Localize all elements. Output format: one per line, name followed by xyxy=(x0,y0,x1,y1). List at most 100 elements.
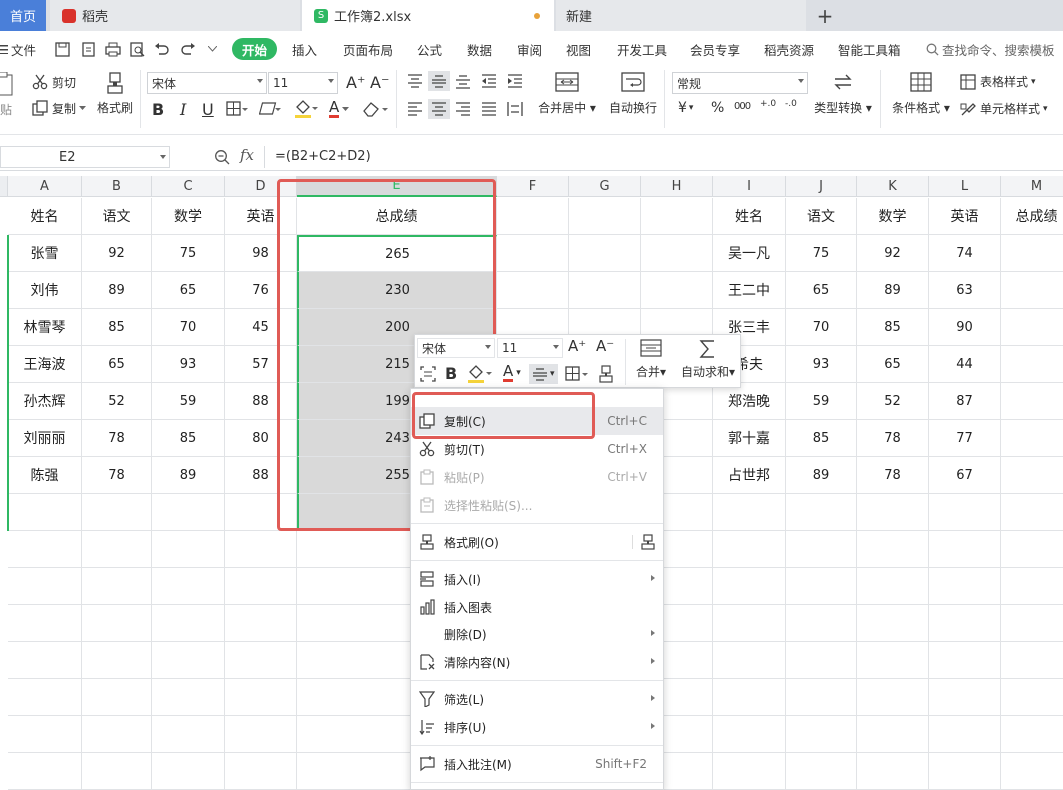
table-cell[interactable]: 65 xyxy=(82,346,152,383)
select-all-corner[interactable] xyxy=(0,176,8,197)
table-cell[interactable]: 52 xyxy=(857,383,929,420)
formula-input[interactable]: =(B2+C2+D2) xyxy=(264,146,1063,168)
cell[interactable] xyxy=(1001,568,1063,605)
menu-developer[interactable]: 开发工具 xyxy=(617,35,667,63)
merge-center-button[interactable]: 合并居中 ▾ xyxy=(538,72,596,122)
menu-item-insert-comment[interactable]: 插入批注(M) Shift+F2 xyxy=(411,750,663,778)
table-cell[interactable]: 52 xyxy=(82,383,152,420)
table-cell[interactable]: 93 xyxy=(786,346,857,383)
menu-item-delete[interactable]: 删除(D) xyxy=(411,620,663,648)
cell[interactable] xyxy=(8,642,82,679)
currency-button[interactable]: ¥ ▾ xyxy=(678,100,693,116)
table-cell[interactable]: 70 xyxy=(152,309,225,346)
table-header-cell[interactable]: 英语 xyxy=(929,198,1001,235)
menu-item-sort[interactable]: 排序(U) xyxy=(411,713,663,741)
cell[interactable] xyxy=(929,679,1001,716)
cell[interactable] xyxy=(1001,383,1063,420)
cell[interactable] xyxy=(641,198,713,235)
print-preview-icon[interactable] xyxy=(130,35,145,63)
table-cell[interactable]: 87 xyxy=(929,383,1001,420)
cell[interactable] xyxy=(1001,531,1063,568)
table-cell[interactable]: 76 xyxy=(225,272,297,309)
cell[interactable] xyxy=(857,642,929,679)
cell[interactable] xyxy=(82,494,152,531)
mini-bold-button[interactable]: B xyxy=(445,364,457,383)
font-color-button[interactable]: A xyxy=(329,98,350,120)
zoom-formula-icon[interactable] xyxy=(214,149,230,165)
cell[interactable] xyxy=(82,605,152,642)
table-cell[interactable]: 74 xyxy=(929,235,1001,272)
table-header-cell[interactable]: 姓名 xyxy=(713,198,786,235)
print-icon[interactable] xyxy=(105,35,121,63)
table-header-cell[interactable]: 语文 xyxy=(82,198,152,235)
cell[interactable] xyxy=(8,494,82,531)
table-cell[interactable]: 刘丽丽 xyxy=(8,420,82,457)
border-button[interactable] xyxy=(226,100,248,118)
column-header-e[interactable]: E xyxy=(297,176,497,197)
mini-font-color-button[interactable]: A ▾ xyxy=(503,364,521,382)
tab-home[interactable]: 首页 xyxy=(0,0,46,31)
table-header-cell[interactable]: 数学 xyxy=(152,198,225,235)
mini-increase-font-button[interactable]: A⁺ xyxy=(568,337,586,355)
table-cell[interactable]: 85 xyxy=(786,420,857,457)
conditional-format-button[interactable]: 条件格式 ▾ xyxy=(890,72,952,122)
cell[interactable] xyxy=(929,753,1001,790)
table-cell[interactable]: 98 xyxy=(225,235,297,272)
column-header-g[interactable]: G xyxy=(569,176,641,197)
export-icon[interactable] xyxy=(81,35,96,63)
fill-pattern-button[interactable] xyxy=(259,100,281,118)
column-header-k[interactable]: K xyxy=(857,176,929,197)
table-cell[interactable]: 85 xyxy=(152,420,225,457)
cell[interactable] xyxy=(152,753,225,790)
cell[interactable] xyxy=(225,753,297,790)
font-size-select[interactable]: 11 xyxy=(268,72,338,94)
cell[interactable] xyxy=(1001,605,1063,642)
table-cell[interactable]: 78 xyxy=(857,457,929,494)
table-header-cell[interactable]: 语文 xyxy=(786,198,857,235)
column-header-d[interactable]: D xyxy=(225,176,297,197)
cell[interactable] xyxy=(786,531,857,568)
cell[interactable] xyxy=(713,568,786,605)
menu-item-format-painter[interactable]: 格式刷(O) xyxy=(411,528,663,556)
cell[interactable] xyxy=(82,568,152,605)
cell[interactable] xyxy=(82,753,152,790)
table-cell[interactable]: 89 xyxy=(152,457,225,494)
cell-style-button[interactable]: 单元格样式 ▾ xyxy=(960,100,1048,117)
table-header-cell[interactable]: 英语 xyxy=(225,198,297,235)
table-cell[interactable]: 郭十嘉 xyxy=(713,420,786,457)
mini-fill-color-button[interactable] xyxy=(467,364,493,384)
table-cell[interactable]: 刘伟 xyxy=(8,272,82,309)
table-cell[interactable]: 92 xyxy=(82,235,152,272)
table-cell[interactable]: 80 xyxy=(225,420,297,457)
table-cell[interactable]: 230 xyxy=(297,272,497,309)
format-painter-button[interactable]: 格式刷 xyxy=(95,72,135,122)
cell[interactable] xyxy=(569,235,641,272)
table-cell[interactable]: 88 xyxy=(225,457,297,494)
cell[interactable] xyxy=(152,568,225,605)
wrap-text-button[interactable]: 自动换行 xyxy=(606,72,660,122)
align-bottom-button[interactable] xyxy=(455,73,471,89)
menu-data[interactable]: 数据 xyxy=(467,35,492,63)
mini-format-painter-button[interactable] xyxy=(598,365,614,383)
table-cell[interactable]: 85 xyxy=(82,309,152,346)
name-box[interactable]: E2 xyxy=(0,146,170,168)
fx-button[interactable]: fx xyxy=(240,146,254,164)
table-cell[interactable]: 88 xyxy=(225,383,297,420)
mini-cell-style-button[interactable] xyxy=(420,366,436,382)
cell[interactable] xyxy=(225,679,297,716)
save-icon[interactable] xyxy=(55,35,70,63)
table-cell[interactable]: 王二中 xyxy=(713,272,786,309)
menu-item-filter[interactable]: 筛选(L) xyxy=(411,685,663,713)
cell[interactable] xyxy=(857,753,929,790)
decrease-decimal-button[interactable]: -.0 xyxy=(785,99,797,109)
cell[interactable] xyxy=(786,568,857,605)
thousands-button[interactable]: 000 xyxy=(734,101,751,112)
decrease-indent-button[interactable] xyxy=(481,73,497,89)
cell[interactable] xyxy=(225,568,297,605)
table-header-cell[interactable]: 姓名 xyxy=(8,198,82,235)
cell[interactable] xyxy=(82,531,152,568)
tab-workbook[interactable]: S 工作簿2.xlsx xyxy=(302,0,554,31)
table-cell[interactable]: 75 xyxy=(786,235,857,272)
cell[interactable] xyxy=(1001,457,1063,494)
cell[interactable] xyxy=(713,642,786,679)
